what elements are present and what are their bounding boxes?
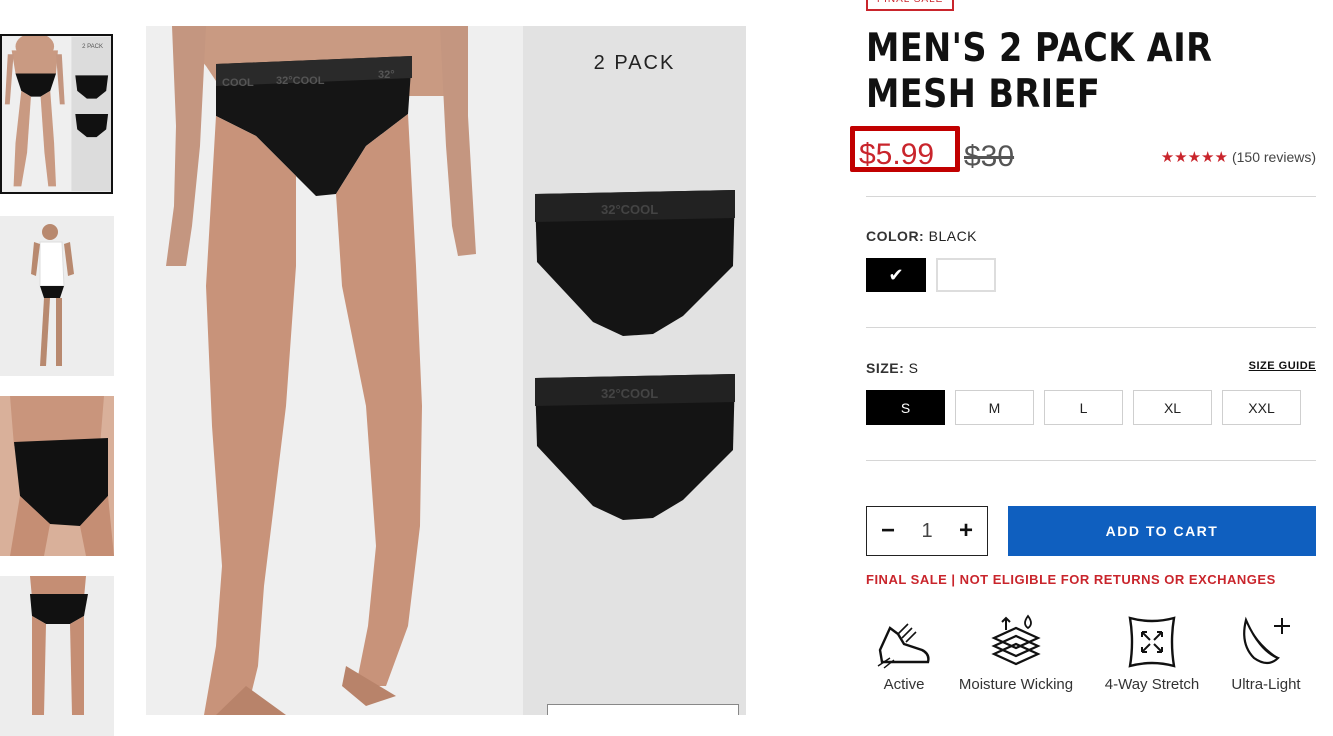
add-to-cart-button[interactable]: ADD TO CART [1008,506,1316,556]
svg-text:32°COOL: 32°COOL [601,202,658,217]
rating[interactable]: ★★★★★ (150 reviews) [1161,148,1316,166]
quantity-decrease-button[interactable]: − [879,519,897,543]
feature-moisture-wicking: Moisture Wicking [954,614,1078,693]
svg-text:32°COOL: 32°COOL [601,386,658,401]
final-sale-badge: FINAL SALE [866,0,955,11]
final-sale-notice: FINAL SALE | NOT ELIGIBLE FOR RETURNS OR… [866,572,1276,587]
main-product-image: 32°COOL 32° COOL 2 PACK 32°COOL 32°COOL [146,26,746,715]
original-price: $30 [964,140,1015,173]
color-label: COLOR: [866,228,925,244]
thumbnail-pack-label: 2 PACK [82,44,103,50]
review-count: (150 reviews) [1231,149,1316,165]
feature-ultra-light: Ultra-Light [1226,614,1306,693]
model-photo: 32°COOL 32° COOL [146,26,523,715]
feature-label: Ultra-Light [1231,676,1301,693]
size-button-l[interactable]: L [1044,390,1123,425]
size-guide-link[interactable]: SIZE GUIDE [1249,360,1316,372]
checkmark-icon: ✔ [888,264,904,285]
size-button-xl[interactable]: XL [1133,390,1212,425]
size-button-xxl[interactable]: XXL [1222,390,1301,425]
thumbnail-gallery: 2 PACK [0,0,116,736]
color-option-label: COLOR: BLACK [866,228,977,244]
thumbnail-1-image [2,36,111,192]
divider [866,460,1316,461]
feather-icon [1243,616,1290,665]
feature-active: Active [876,614,932,693]
divider [866,327,1316,328]
star-rating-icon: ★★★★★ [1160,149,1228,166]
thumbnail-2[interactable] [0,216,114,376]
thumbnail-1[interactable]: 2 PACK [0,34,113,194]
price-row: $5.99 $30 ★★★★★ (150 reviews) [850,126,1316,186]
divider [866,196,1316,197]
product-title: MEN'S 2 PACK AIR MESH BRIEF [866,26,1213,117]
thumbnail-4[interactable] [0,576,114,736]
shoe-icon [877,623,930,669]
pack-photo: 2 PACK 32°COOL 32°COOL [523,26,746,715]
sale-price: $5.99 [850,126,960,172]
thumbnail-2-image [0,216,114,376]
size-value: S [908,360,919,376]
svg-text:32°: 32° [378,69,395,81]
feature-icons: Active Moisture Wicking 4-Way Stretch Ul… [866,614,1326,704]
stretch-icon [1128,616,1176,668]
feature-label: 4-Way Stretch [1104,676,1200,693]
image-overlay-box [547,704,739,715]
feature-label: Active [883,676,925,693]
size-label: SIZE: [866,360,905,376]
size-selector: S M L XL XXL [866,390,1301,425]
color-value: BLACK [928,228,978,244]
thumbnail-3[interactable] [0,396,114,556]
quantity-value[interactable]: 1 [921,520,932,543]
color-swatch-black[interactable]: ✔ [866,258,926,292]
thumbnail-3-image [0,396,114,556]
feature-label: Moisture Wicking [958,676,1074,693]
quantity-stepper: − 1 + [866,506,988,556]
color-swatch-white[interactable] [936,258,996,292]
size-button-s[interactable]: S [866,390,945,425]
svg-text:32°COOL: 32°COOL [276,75,325,87]
size-button-m[interactable]: M [955,390,1034,425]
thumbnail-4-image [0,576,114,736]
quantity-increase-button[interactable]: + [957,519,975,543]
moisture-wicking-icon [991,614,1041,666]
svg-text:COOL: COOL [222,77,254,89]
feature-4-way-stretch: 4-Way Stretch [1100,614,1204,693]
size-option-label: SIZE: S [866,360,919,376]
